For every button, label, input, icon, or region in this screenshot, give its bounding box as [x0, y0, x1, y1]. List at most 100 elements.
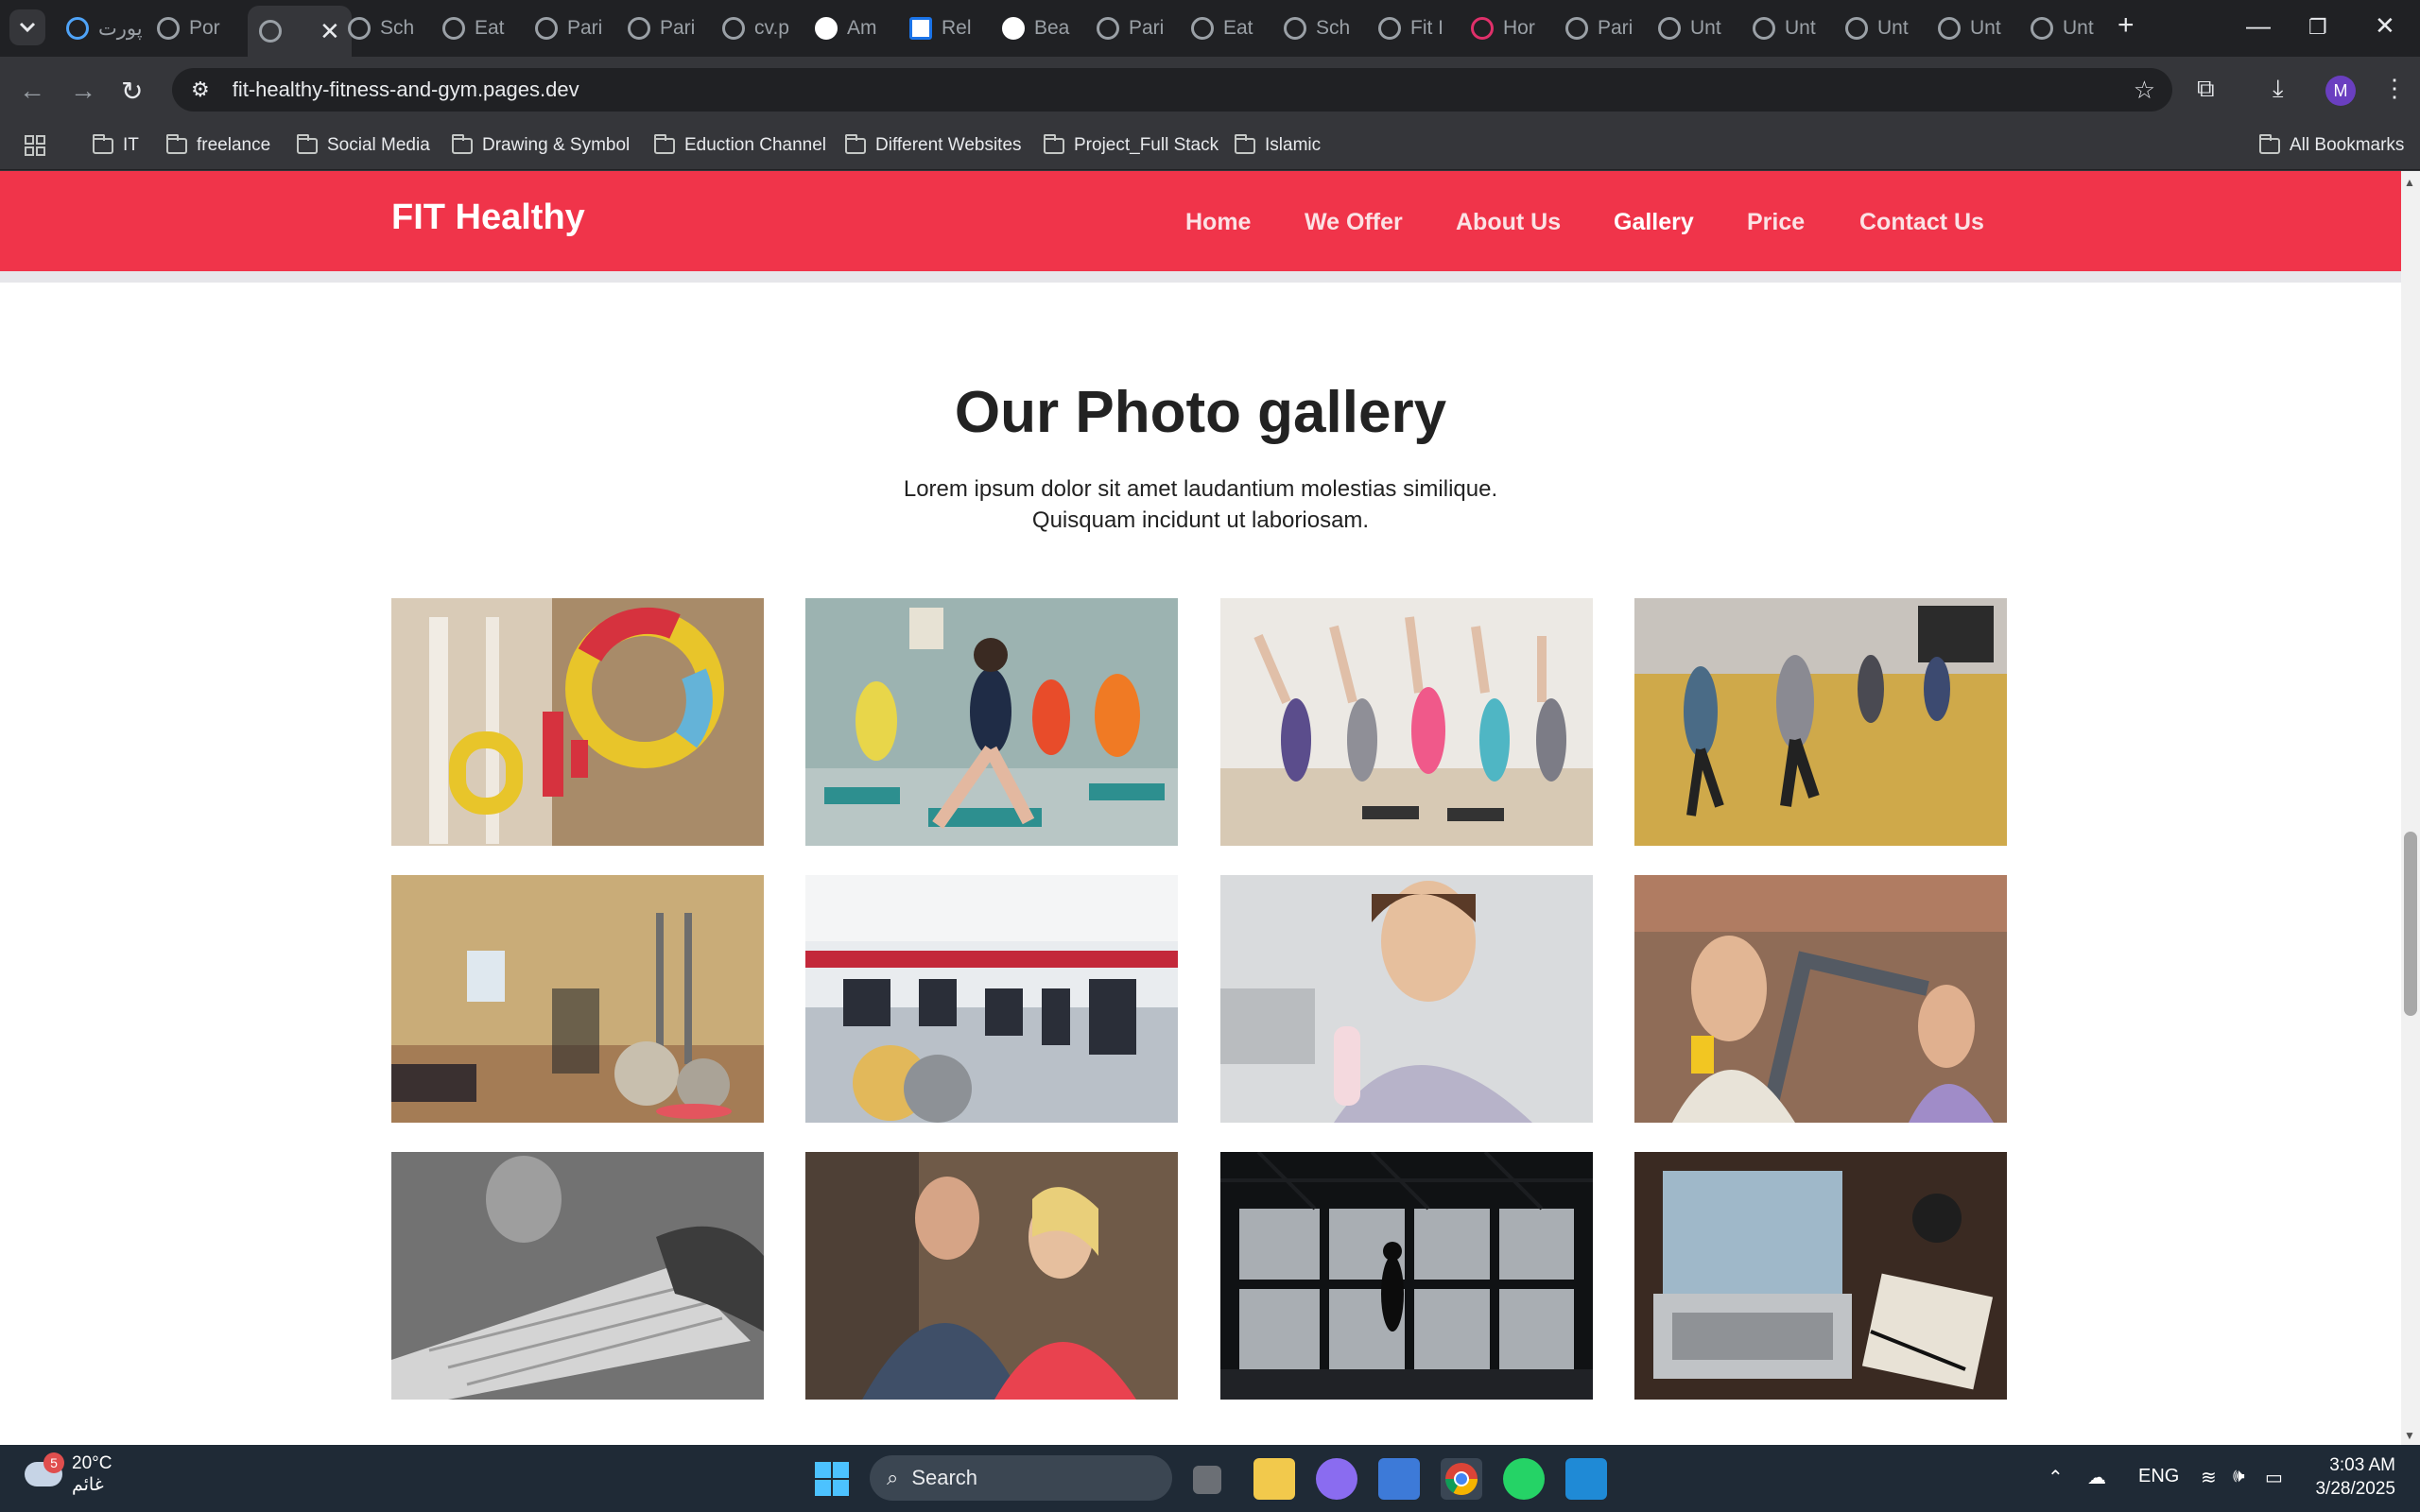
- all-bookmarks[interactable]: All Bookmarks: [2259, 129, 2404, 163]
- browser-tab[interactable]: Bea: [1002, 9, 1069, 47]
- tab-title: Pari: [660, 17, 696, 39]
- gallery-photo-logo-sign[interactable]: [391, 598, 764, 846]
- file-explorer-icon[interactable]: [1253, 1458, 1295, 1500]
- scroll-up-arrow-icon[interactable]: ▲: [2404, 176, 2415, 189]
- site-settings-icon[interactable]: ⚙: [191, 77, 210, 102]
- nav-contact-us[interactable]: Contact Us: [1859, 209, 1984, 236]
- bookmark-folder[interactable]: Different Websites: [845, 129, 1022, 163]
- profile-avatar[interactable]: M: [2325, 76, 2356, 106]
- bookmark-folder[interactable]: Drawing & Symbol: [452, 129, 630, 163]
- gallery-photo-gym-floor[interactable]: [805, 875, 1178, 1123]
- new-tab-plus-icon[interactable]: +: [2118, 9, 2135, 42]
- gallery-photo-aerobics-class[interactable]: [1220, 598, 1593, 846]
- page-viewport: FIT Healthy Home We Offer About Us Galle…: [0, 171, 2401, 1445]
- browser-tab[interactable]: Pari: [1565, 9, 1633, 47]
- bookmark-folder[interactable]: Eduction Channel: [654, 129, 826, 163]
- browser-tab[interactable]: Eat: [1191, 9, 1253, 47]
- browser-tab[interactable]: Unt: [1753, 9, 1816, 47]
- windows-start-icon[interactable]: [811, 1458, 853, 1500]
- nav-about-us[interactable]: About Us: [1456, 209, 1561, 236]
- wifi-icon[interactable]: ≋: [2201, 1466, 2217, 1489]
- bookmark-label: Islamic: [1265, 135, 1322, 155]
- whatsapp-icon[interactable]: [1503, 1458, 1545, 1500]
- globe-icon: [1845, 17, 1868, 40]
- browser-tab[interactable]: Sch: [348, 9, 414, 47]
- browser-tab[interactable]: Hor: [1471, 9, 1535, 47]
- restore-icon[interactable]: ❐: [2308, 15, 2327, 40]
- vscode-icon[interactable]: [1565, 1458, 1607, 1500]
- gallery-photo-silhouette-window[interactable]: [1220, 1152, 1593, 1400]
- show-hidden-icons-chevron-icon[interactable]: ⌃: [2048, 1466, 2064, 1489]
- browser-tab[interactable]: Unt: [1938, 9, 2001, 47]
- gallery-photo-step-aerobics[interactable]: [805, 598, 1178, 846]
- gallery-photo-laptop-desk[interactable]: [1634, 1152, 2007, 1400]
- browser-tab[interactable]: Unt: [2031, 9, 2094, 47]
- reload-icon[interactable]: ↻: [121, 76, 143, 107]
- bookmark-folder[interactable]: freelance: [166, 129, 270, 163]
- language-indicator[interactable]: ENG: [2138, 1466, 2179, 1487]
- browser-tab[interactable]: Am: [815, 9, 877, 47]
- bookmark-folder[interactable]: IT: [93, 129, 139, 163]
- volume-icon[interactable]: 🕪: [2233, 1466, 2245, 1487]
- nav-gallery[interactable]: Gallery: [1614, 209, 1694, 236]
- onedrive-cloud-icon[interactable]: ☁: [2087, 1466, 2106, 1489]
- chrome-icon[interactable]: [1441, 1458, 1482, 1500]
- browser-tab-active[interactable]: ✕: [248, 6, 352, 57]
- nav-price[interactable]: Price: [1747, 209, 1805, 236]
- gallery-photo-elliptical-women[interactable]: [1634, 875, 2007, 1123]
- menu-kebab-icon[interactable]: ⋮: [2382, 74, 2407, 103]
- gallery-photo-smiling-woman[interactable]: [1220, 875, 1593, 1123]
- browser-tab[interactable]: Fit I: [1378, 9, 1443, 47]
- browser-tab[interactable]: Pari: [628, 9, 695, 47]
- weather-widget[interactable]: 20°C غائم: [25, 1452, 112, 1496]
- tab-search-button[interactable]: [9, 9, 45, 45]
- browser-tab[interactable]: Eat: [442, 9, 505, 47]
- bookmark-folder[interactable]: Project_Full Stack: [1044, 129, 1219, 163]
- browser-tab[interactable]: Unt: [1845, 9, 1909, 47]
- browser-tab[interactable]: Pari: [535, 9, 602, 47]
- close-window-icon[interactable]: ✕: [2375, 11, 2395, 41]
- minimize-icon[interactable]: —: [2246, 11, 2271, 41]
- close-tab-icon[interactable]: ✕: [320, 17, 340, 46]
- taskbar-clock[interactable]: 3:03 AM 3/28/2025: [2307, 1453, 2395, 1501]
- gallery-photo-home-gym[interactable]: [391, 875, 764, 1123]
- globe-icon: [722, 17, 745, 40]
- download-icon[interactable]: ⤓: [2273, 74, 2284, 104]
- tab-title: Unt: [2063, 17, 2094, 39]
- bookmark-star-icon[interactable]: ☆: [2134, 76, 2155, 105]
- bookmark-folder[interactable]: Social Media: [297, 129, 430, 163]
- browser-tab[interactable]: پورت: [66, 9, 143, 47]
- nav-home[interactable]: Home: [1185, 209, 1251, 236]
- browser-tab[interactable]: Pari: [1097, 9, 1164, 47]
- browser-tab[interactable]: Unt: [1658, 9, 1721, 47]
- copilot-icon[interactable]: [1316, 1458, 1357, 1500]
- tab-title: Am: [847, 17, 877, 39]
- browser-tab[interactable]: Por: [157, 9, 220, 47]
- tab-title: پورت: [98, 17, 143, 40]
- scrollbar-thumb[interactable]: [2404, 832, 2417, 1016]
- microsoft-store-icon[interactable]: [1378, 1458, 1420, 1500]
- apps-grid-icon[interactable]: [25, 129, 45, 163]
- browser-tab[interactable]: cv.p: [722, 9, 789, 47]
- gallery-photo-dance-floor[interactable]: [1634, 598, 2007, 846]
- browser-tab[interactable]: Rel: [909, 9, 972, 47]
- scroll-down-arrow-icon[interactable]: ▼: [2404, 1429, 2415, 1442]
- search-label: Search: [911, 1466, 978, 1489]
- back-arrow-icon[interactable]: ←: [19, 76, 45, 106]
- battery-icon[interactable]: ▭: [2265, 1466, 2283, 1489]
- tab-title: Bea: [1034, 17, 1070, 39]
- task-view-icon[interactable]: [1193, 1466, 1221, 1494]
- nav-we-offer[interactable]: We Offer: [1305, 209, 1403, 236]
- browser-tab[interactable]: Sch: [1284, 9, 1350, 47]
- site-brand[interactable]: FIT Healthy: [391, 198, 585, 238]
- extensions-icon[interactable]: ⧉: [2197, 74, 2215, 104]
- globe-icon: [1565, 17, 1588, 40]
- gallery-photo-keyboard[interactable]: [391, 1152, 764, 1400]
- taskbar-search[interactable]: ⌕ Search: [870, 1455, 1172, 1501]
- page-scrollbar[interactable]: [2401, 171, 2420, 1445]
- url-text[interactable]: fit-healthy-fitness-and-gym.pages.dev: [233, 77, 579, 102]
- address-bar[interactable]: ⚙ fit-healthy-fitness-and-gym.pages.dev …: [172, 68, 2172, 112]
- bookmark-folder[interactable]: Islamic: [1235, 129, 1321, 163]
- gallery-photo-mechanic-customer[interactable]: [805, 1152, 1178, 1400]
- forward-arrow-icon[interactable]: →: [70, 76, 96, 106]
